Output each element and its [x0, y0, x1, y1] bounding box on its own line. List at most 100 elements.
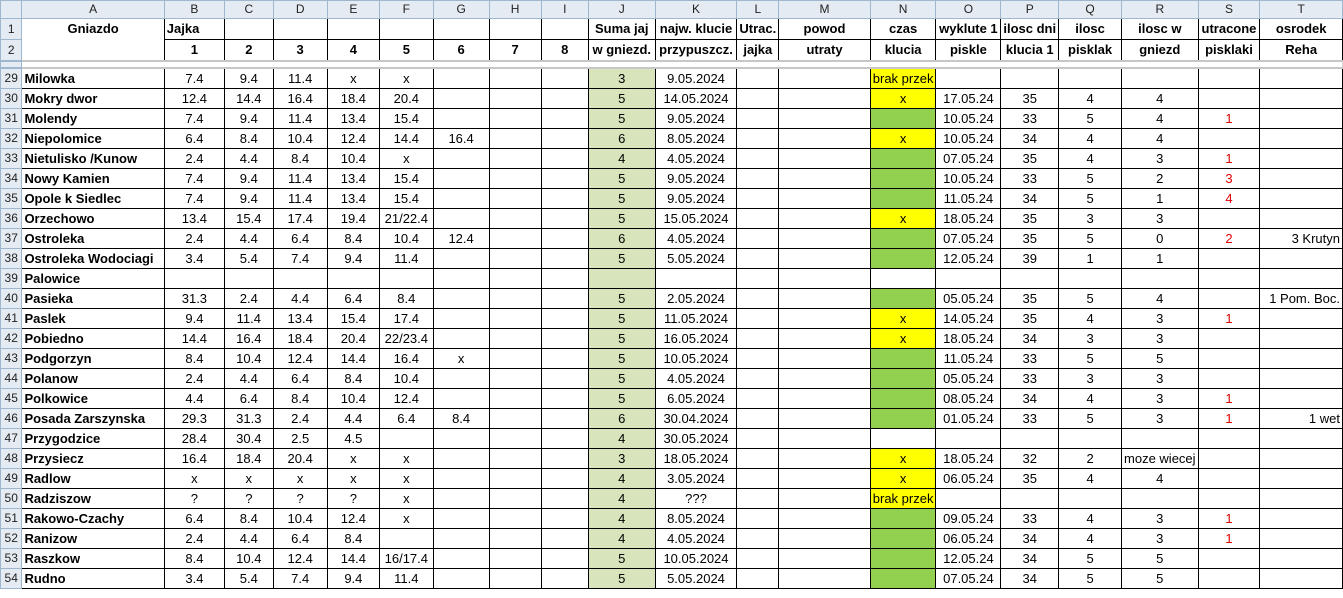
cell-egg-total[interactable]: 5	[587, 108, 656, 129]
cell-egg-total[interactable]: 5	[587, 168, 656, 189]
header-cell-in-nest[interactable]: ilosc w	[1121, 18, 1199, 40]
cell-loss-reason[interactable]	[778, 528, 871, 549]
row-number[interactable]: 38	[0, 248, 23, 269]
cell-nest-name[interactable]: Posada Zarszynska	[21, 408, 165, 429]
cell-loss-reason[interactable]	[778, 248, 871, 269]
header-cell-empty[interactable]	[272, 18, 328, 40]
cell-lost-eggs[interactable]	[736, 148, 780, 169]
cell-egg-total[interactable]: 5	[587, 328, 656, 349]
cell-egg-date[interactable]	[488, 348, 542, 369]
cell-egg-date[interactable]: 9.4	[224, 168, 274, 189]
cell-egg-date[interactable]	[432, 508, 490, 529]
row-number[interactable]: 41	[0, 308, 23, 329]
cell-lost-eggs[interactable]	[736, 308, 780, 329]
cell-egg-date[interactable]: 7.4	[163, 188, 226, 209]
cell-rehab-center[interactable]	[1259, 128, 1343, 149]
cell-egg-date[interactable]	[432, 428, 490, 449]
row-number[interactable]: 44	[0, 368, 23, 389]
cell-egg-date[interactable]: 5.4	[224, 568, 274, 589]
cell-egg-date[interactable]: 15.4	[379, 108, 434, 129]
row-number[interactable]: 51	[0, 508, 23, 529]
cell-egg-date[interactable]: 17.4	[272, 208, 328, 229]
cell-egg-date[interactable]	[540, 168, 589, 189]
cell-hatch-date[interactable]: 15.05.2024	[654, 208, 738, 229]
header-cell-egg-2[interactable]: 2	[224, 39, 274, 62]
header-cell-hatch-sub[interactable]: klucia	[869, 39, 937, 62]
cell-first-hatched[interactable]: 06.05.24	[935, 528, 1002, 549]
cell-egg-date[interactable]	[163, 268, 226, 289]
cell-loss-reason[interactable]	[778, 368, 871, 389]
cell-egg-date[interactable]: 11.4	[272, 188, 328, 209]
cell-in-nest[interactable]: 3	[1121, 368, 1199, 389]
cell-egg-date[interactable]: 15.4	[326, 308, 381, 329]
header-cell-egg-3[interactable]: 3	[272, 39, 328, 62]
cell-egg-date[interactable]: 8.4	[163, 348, 226, 369]
cell-egg-date[interactable]: 4.4	[163, 388, 226, 409]
cell-egg-total[interactable]: 4	[587, 428, 656, 449]
cell-hatch-date[interactable]: 10.05.2024	[654, 548, 738, 569]
cell-egg-date[interactable]	[432, 288, 490, 309]
cell-egg-date[interactable]	[540, 568, 589, 589]
cell-chick-count[interactable]	[1058, 428, 1123, 449]
select-all-corner[interactable]	[0, 0, 23, 19]
cell-egg-total[interactable]: 5	[587, 288, 656, 309]
cell-hatch-time[interactable]: x	[869, 448, 937, 469]
cell-egg-date[interactable]: 4.5	[326, 428, 381, 449]
cell-egg-date[interactable]	[540, 328, 589, 349]
cell-in-nest[interactable]: 3	[1121, 388, 1199, 409]
cell-loss-reason[interactable]	[778, 508, 871, 529]
cell-egg-date[interactable]: 7.4	[272, 568, 328, 589]
cell-egg-date[interactable]	[432, 308, 490, 329]
cell-hatch-date[interactable]: 5.05.2024	[654, 568, 738, 589]
cell-nest-name[interactable]: Ostroleka Wodociagi	[21, 248, 165, 269]
cell-hatch-date[interactable]: 4.05.2024	[654, 368, 738, 389]
cell-chick-count[interactable]: 1	[1058, 248, 1123, 269]
cell-hatch-date[interactable]: 4.05.2024	[654, 528, 738, 549]
cell-lost-eggs[interactable]	[736, 568, 780, 589]
cell-egg-date[interactable]: 4.4	[224, 228, 274, 249]
cell-egg-total[interactable]: 5	[587, 308, 656, 329]
cell-chick-count[interactable]	[1058, 488, 1123, 509]
header-cell-egg-5[interactable]: 5	[379, 39, 434, 62]
cell-egg-date[interactable]: 7.4	[272, 248, 328, 269]
cell-rehab-center[interactable]	[1259, 328, 1343, 349]
cell-egg-date[interactable]	[488, 428, 542, 449]
cell-loss-reason[interactable]	[778, 128, 871, 149]
cell-hatch-date[interactable]: 9.05.2024	[654, 168, 738, 189]
cell-chick-count[interactable]	[1058, 67, 1123, 89]
cell-first-hatched[interactable]: 18.05.24	[935, 328, 1002, 349]
column-header-g[interactable]: G	[432, 0, 490, 19]
column-header-k[interactable]: K	[654, 0, 738, 19]
cell-egg-date[interactable]	[540, 288, 589, 309]
cell-nest-name[interactable]: Nietulisko /Kunow	[21, 148, 165, 169]
cell-egg-date[interactable]: 12.4	[432, 228, 490, 249]
header-cell-hatch1-sub[interactable]: klucia 1	[1000, 39, 1060, 62]
cell-nest-name[interactable]: Przygodzice	[21, 428, 165, 449]
cell-egg-date[interactable]: 9.4	[224, 67, 274, 89]
header-cell-nest-sub[interactable]: gniezd	[1121, 39, 1199, 62]
cell-hatch-time[interactable]	[869, 148, 937, 169]
column-header-q[interactable]: Q	[1058, 0, 1123, 19]
cell-lost-eggs[interactable]	[736, 248, 780, 269]
cell-lost-chicks[interactable]	[1197, 208, 1261, 229]
cell-first-hatched[interactable]: 01.05.24	[935, 408, 1002, 429]
cell-egg-date[interactable]: 6.4	[272, 228, 328, 249]
cell-loss-reason[interactable]	[778, 468, 871, 489]
cell-egg-total[interactable]: 5	[587, 368, 656, 389]
cell-egg-date[interactable]: 16/17.4	[379, 548, 434, 569]
cell-loss-reason[interactable]	[778, 408, 871, 429]
column-header-s[interactable]: S	[1197, 0, 1261, 19]
cell-egg-date[interactable]: 10.4	[326, 148, 381, 169]
cell-egg-date[interactable]: 14.4	[326, 548, 381, 569]
cell-hatch-date[interactable]: 10.05.2024	[654, 348, 738, 369]
column-header-p[interactable]: P	[1000, 0, 1060, 19]
cell-hatch-time[interactable]	[869, 168, 937, 189]
cell-hatch-days[interactable]: 34	[1000, 568, 1060, 589]
cell-egg-date[interactable]: x	[163, 468, 226, 489]
cell-egg-date[interactable]: 9.4	[224, 188, 274, 209]
cell-egg-date[interactable]	[540, 268, 589, 289]
header-cell-eggs-sub[interactable]: jajka	[736, 39, 780, 62]
cell-egg-date[interactable]: 14.4	[224, 88, 274, 109]
header-cell-in-nest[interactable]: w gniezd.	[587, 39, 656, 62]
header-cell-loss-sub[interactable]: utraty	[778, 39, 871, 62]
